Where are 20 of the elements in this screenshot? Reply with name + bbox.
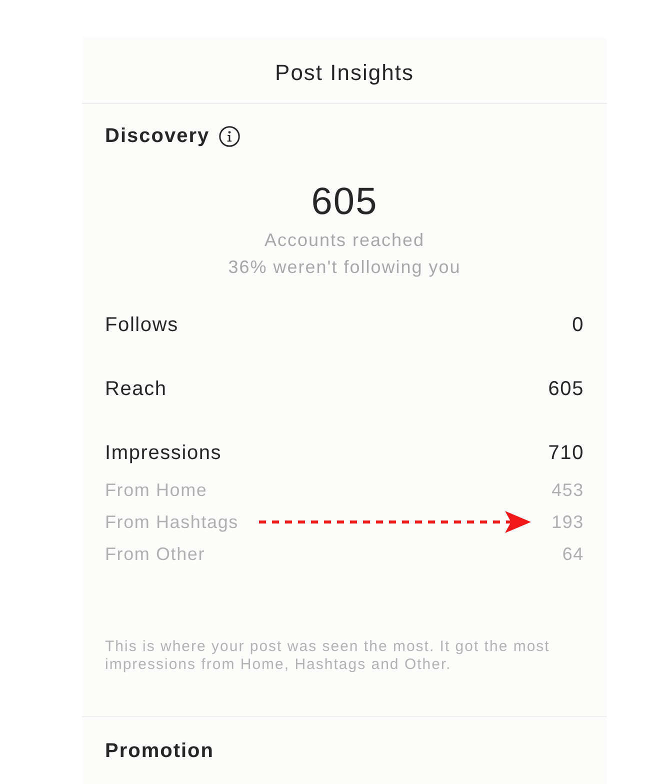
metric-value: 0 xyxy=(572,313,584,338)
metric-value: 605 xyxy=(548,377,584,402)
metric-label: Impressions xyxy=(105,441,222,466)
breakdown-value: 193 xyxy=(552,510,584,534)
metric-value: 710 xyxy=(548,441,584,466)
section-heading: Promotion xyxy=(105,739,215,763)
breakdown-value: 453 xyxy=(552,478,584,502)
breakdown-value: 64 xyxy=(562,542,584,566)
metric-label: Follows xyxy=(105,313,178,338)
info-icon[interactable] xyxy=(218,126,240,146)
summary-subcaption: 36% weren't following you xyxy=(228,256,461,279)
insight-note: This is where your post was seen the most. It got the most impressions from Home, Hashtags and Other. xyxy=(105,638,551,674)
accounts-reached-count: 605 xyxy=(311,182,378,222)
breakdown-label: From Home xyxy=(105,478,208,502)
breakdown-label: From Hashtags xyxy=(105,510,238,534)
summary-caption: Accounts reached xyxy=(264,229,425,252)
metric-label: Reach xyxy=(105,377,167,402)
section-heading: Discovery xyxy=(105,124,210,148)
screen-title: Post Insights xyxy=(275,58,414,86)
breakdown-label: From Other xyxy=(105,542,206,566)
